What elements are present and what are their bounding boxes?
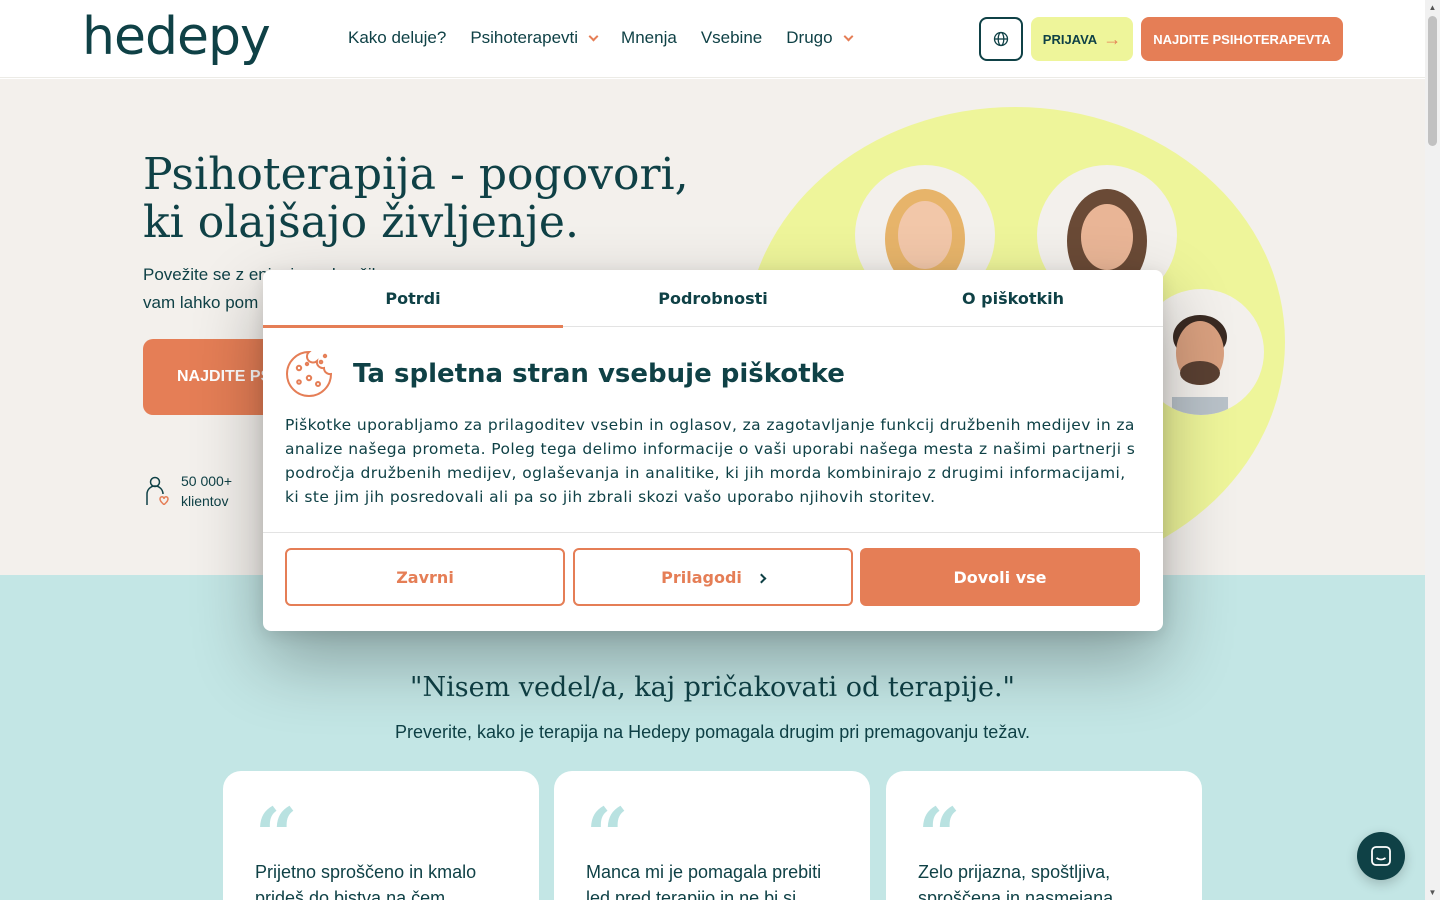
- tab-details[interactable]: Podrobnosti: [563, 270, 863, 327]
- chevron-down-icon: [843, 31, 854, 41]
- nav-label: Drugo: [786, 28, 833, 47]
- page-scrollbar[interactable]: ▲ ▼: [1425, 0, 1440, 900]
- nav-content[interactable]: Vsebine: [701, 28, 762, 48]
- testimonial-text: Manca mi je pomagala prebiti led pred te…: [586, 862, 822, 900]
- nav-therapists[interactable]: Psihoterapevti: [470, 28, 599, 48]
- person-heart-icon: [146, 476, 169, 506]
- site-header: hedepy Kako deluje? Psihoterapevti Mnenj…: [0, 0, 1425, 78]
- nav-label: Psihoterapevti: [470, 28, 579, 47]
- scroll-up-icon[interactable]: ▲: [1428, 3, 1437, 12]
- tab-consent[interactable]: Potrdi: [263, 270, 563, 328]
- cookie-title: Ta spletna stran vsebuje piškotke: [353, 359, 845, 389]
- nav-label: Vsebine: [700, 28, 763, 47]
- tab-about-cookies[interactable]: O piškotkih: [863, 270, 1163, 327]
- client-stat-text: 50 000+ klientov: [181, 471, 232, 511]
- testimonial-card: “ Prijetno sproščeno in kmalo prideš do …: [223, 771, 539, 900]
- client-stat: 50 000+ klientov: [143, 471, 232, 511]
- logo[interactable]: hedepy: [82, 2, 271, 72]
- cookie-tabs: Potrdi Podrobnosti O piškotkih: [263, 270, 1163, 328]
- testimonial-card: “ Zelo prijazna, spoštljiva, sproščena i…: [886, 771, 1202, 900]
- scrollbar-thumb[interactable]: [1428, 16, 1437, 146]
- scroll-down-icon[interactable]: ▼: [1428, 888, 1437, 897]
- testimonial-text: Prijetno sproščeno in kmalo prideš do bi…: [255, 862, 477, 900]
- testimonials-title: "Nisem vedel/a, kaj pričakovati od terap…: [410, 672, 1015, 703]
- allow-all-button[interactable]: Dovoli vse: [860, 548, 1140, 606]
- client-stat-value: 50 000+: [181, 473, 232, 489]
- hero-title-line: ki olajšajo življenje.: [143, 197, 579, 248]
- hero-title: Psihoterapija - pogovori, ki olajšajo ži…: [143, 151, 763, 247]
- language-button[interactable]: [979, 17, 1023, 61]
- cookie-icon: [286, 350, 333, 397]
- chat-icon: [1371, 846, 1391, 866]
- main-nav: Kako deluje? Psihoterapevti Mnenja Vsebi…: [348, 28, 876, 48]
- testimonials-subtitle: Preverite, kako je terapija na Hedepy po…: [394, 722, 1030, 742]
- chat-button[interactable]: [1357, 832, 1405, 880]
- globe-icon: [993, 31, 1009, 47]
- nav-other[interactable]: Drugo: [786, 28, 854, 48]
- testimonial-text: Zelo prijazna, spoštljiva, sproščena in …: [918, 862, 1114, 900]
- deny-button[interactable]: Zavrni: [285, 548, 565, 606]
- chevron-down-icon: [588, 31, 599, 41]
- hero-subtitle-line: vam lahko pom: [143, 293, 259, 312]
- cookie-consent-dialog: Potrdi Podrobnosti O piškotkih Ta spletn…: [263, 270, 1163, 631]
- chevron-right-icon: [756, 573, 767, 584]
- nav-how-it-works[interactable]: Kako deluje?: [348, 28, 446, 48]
- hero-title-line: Psihoterapija - pogovori,: [143, 149, 689, 200]
- nav-reviews[interactable]: Mnenja: [621, 28, 677, 48]
- divider: [263, 532, 1163, 533]
- nav-label: Mnenja: [621, 28, 677, 47]
- find-therapist-button[interactable]: NAJDITE PSIHOTERAPEVTA: [1141, 17, 1343, 61]
- arrow-right-icon: →: [1103, 28, 1122, 49]
- customize-label: Prilagodi: [661, 567, 742, 587]
- login-label: PRIJAVA: [1042, 31, 1098, 47]
- client-stat-label: klientov: [181, 493, 229, 509]
- testimonial-card: “ Manca mi je pomagala prebiti led pred …: [554, 771, 870, 900]
- customize-button[interactable]: Prilagodi: [573, 548, 853, 606]
- cookie-header: Ta spletna stran vsebuje piškotke: [285, 350, 845, 398]
- cookie-description: Piškotke uporabljamo za prilagoditev vse…: [285, 416, 1136, 506]
- login-button[interactable]: PRIJAVA →: [1031, 17, 1133, 61]
- nav-label: Kako deluje?: [348, 28, 447, 47]
